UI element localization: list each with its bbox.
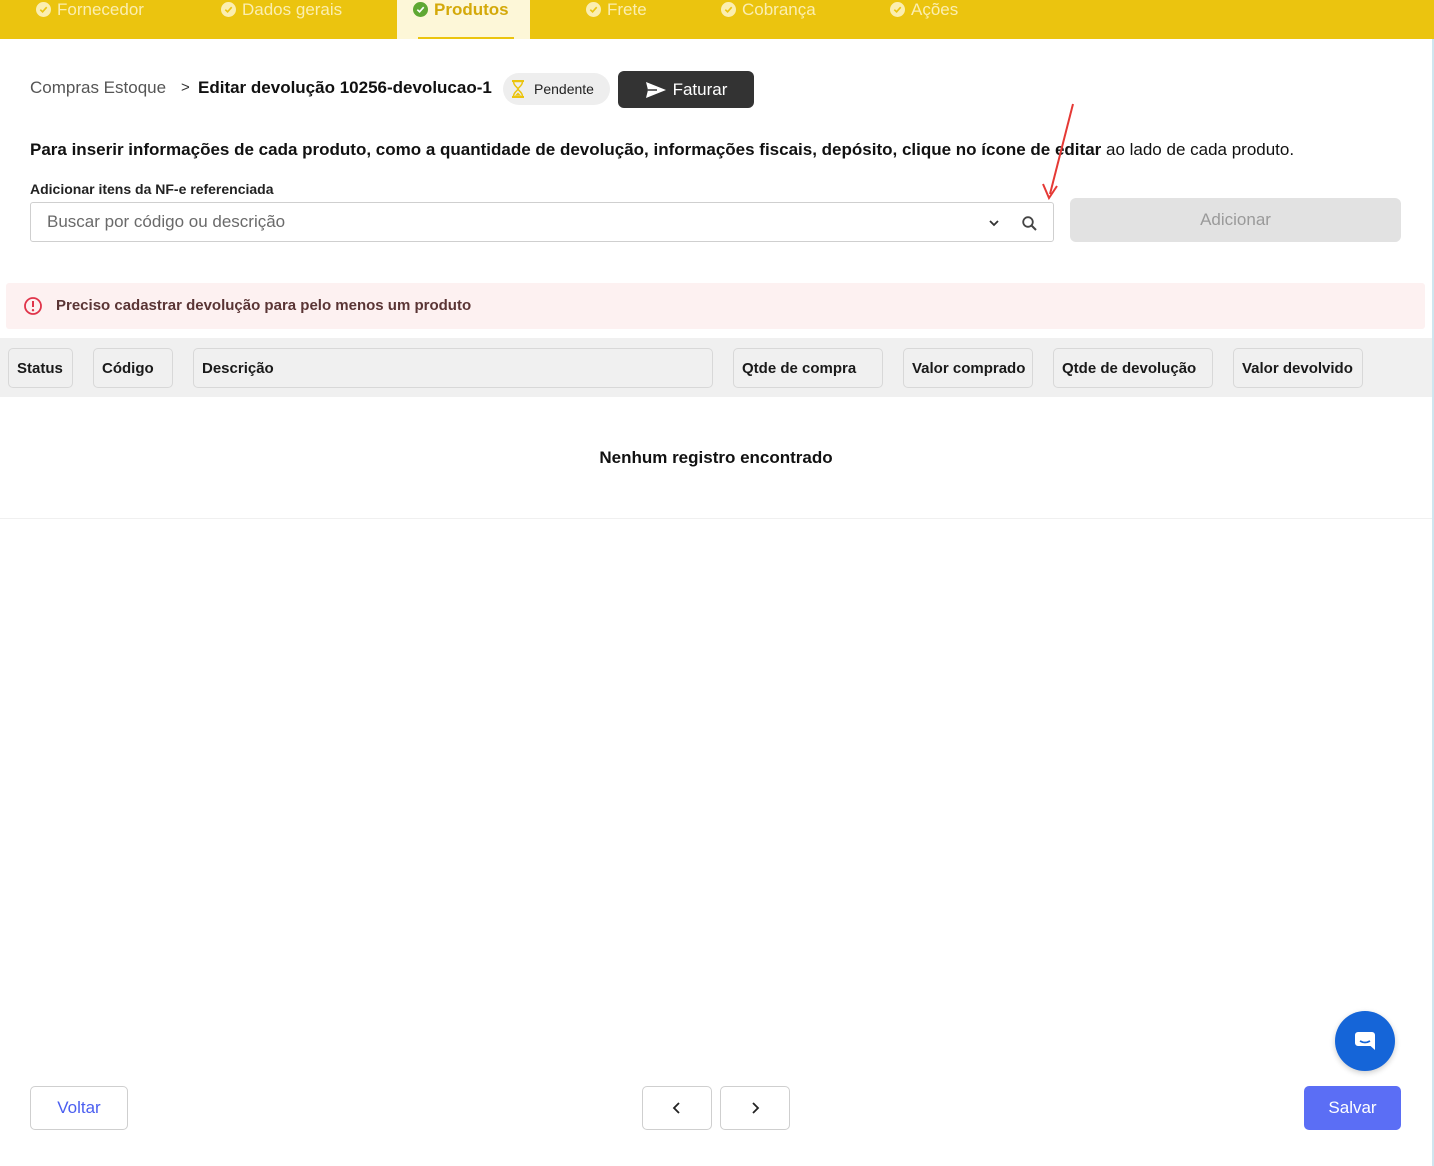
- check-circle-icon: [413, 2, 428, 17]
- next-page-button[interactable]: [720, 1086, 790, 1130]
- page-title: Editar devolução 10256-devolucao-1: [198, 78, 492, 97]
- step-fornecedor[interactable]: Fornecedor: [36, 0, 144, 39]
- hourglass-icon: [512, 80, 524, 98]
- chat-button[interactable]: [1335, 1011, 1395, 1071]
- step-label: Fornecedor: [57, 0, 144, 19]
- status-badge-label: Pendente: [534, 81, 594, 97]
- step-label: Ações: [911, 0, 959, 19]
- breadcrumb-root[interactable]: Compras Estoque: [30, 78, 166, 98]
- step-bar: Fornecedor Dados gerais Produtos Frete C…: [0, 0, 1434, 39]
- instruction-bold: Para inserir informações de cada produto…: [30, 140, 1102, 159]
- search-combobox[interactable]: [30, 202, 1054, 242]
- step-cobranca[interactable]: Cobrança: [721, 0, 816, 39]
- column-header-codigo[interactable]: Código: [93, 348, 173, 388]
- check-circle-icon: [586, 2, 601, 17]
- breadcrumb-separator: >: [181, 79, 190, 96]
- chevron-down-icon[interactable]: [987, 216, 1001, 230]
- step-label: Cobrança: [742, 0, 816, 19]
- check-circle-icon: [721, 2, 736, 17]
- annotation-arrow: [1042, 103, 1074, 201]
- previous-page-button[interactable]: [642, 1086, 712, 1130]
- instruction-text: Para inserir informações de cada produto…: [30, 140, 1294, 160]
- alert-text: Preciso cadastrar devolução para pelo me…: [56, 297, 472, 314]
- check-circle-icon: [221, 2, 236, 17]
- active-step-indicator: [418, 37, 514, 39]
- status-badge: Pendente: [503, 73, 610, 105]
- alert-circle-icon: [24, 297, 42, 315]
- empty-table-message: Nenhum registro encontrado: [0, 397, 1432, 519]
- step-label: Produtos: [434, 0, 509, 19]
- search-icon[interactable]: [1021, 215, 1039, 233]
- step-produtos[interactable]: Produtos: [397, 0, 530, 39]
- chevron-left-icon: [672, 1102, 680, 1114]
- check-circle-icon: [890, 2, 905, 17]
- step-label: Frete: [607, 0, 647, 19]
- step-frete[interactable]: Frete: [586, 0, 647, 39]
- column-header-qtde-compra[interactable]: Qtde de compra: [733, 348, 883, 388]
- column-header-qtde-devolucao[interactable]: Qtde de devolução: [1053, 348, 1213, 388]
- column-header-valor-devolvido[interactable]: Valor devolvido: [1233, 348, 1363, 388]
- instruction-normal: ao lado de cada produto.: [1101, 140, 1295, 159]
- faturar-label: Faturar: [672, 79, 728, 99]
- column-header-status[interactable]: Status: [8, 348, 73, 388]
- chat-icon: [1355, 1032, 1375, 1050]
- send-icon: [645, 81, 666, 98]
- validation-alert: Preciso cadastrar devolução para pelo me…: [6, 283, 1425, 329]
- table-header: Status Código Descrição Qtde de compra V…: [0, 338, 1432, 397]
- step-dados-gerais[interactable]: Dados gerais: [221, 0, 342, 39]
- column-header-descricao[interactable]: Descrição: [193, 348, 713, 388]
- step-label: Dados gerais: [242, 0, 343, 19]
- search-field-label: Adicionar itens da NF-e referenciada: [30, 181, 274, 197]
- search-input[interactable]: [47, 211, 947, 233]
- back-button[interactable]: Voltar: [30, 1086, 128, 1130]
- faturar-button[interactable]: Faturar: [618, 71, 754, 108]
- add-button[interactable]: Adicionar: [1070, 198, 1401, 242]
- column-header-valor-comprado[interactable]: Valor comprado: [903, 348, 1033, 388]
- step-acoes[interactable]: Ações: [890, 0, 958, 39]
- chevron-right-icon: [752, 1102, 760, 1114]
- save-button[interactable]: Salvar: [1304, 1086, 1401, 1130]
- check-circle-icon: [36, 2, 51, 17]
